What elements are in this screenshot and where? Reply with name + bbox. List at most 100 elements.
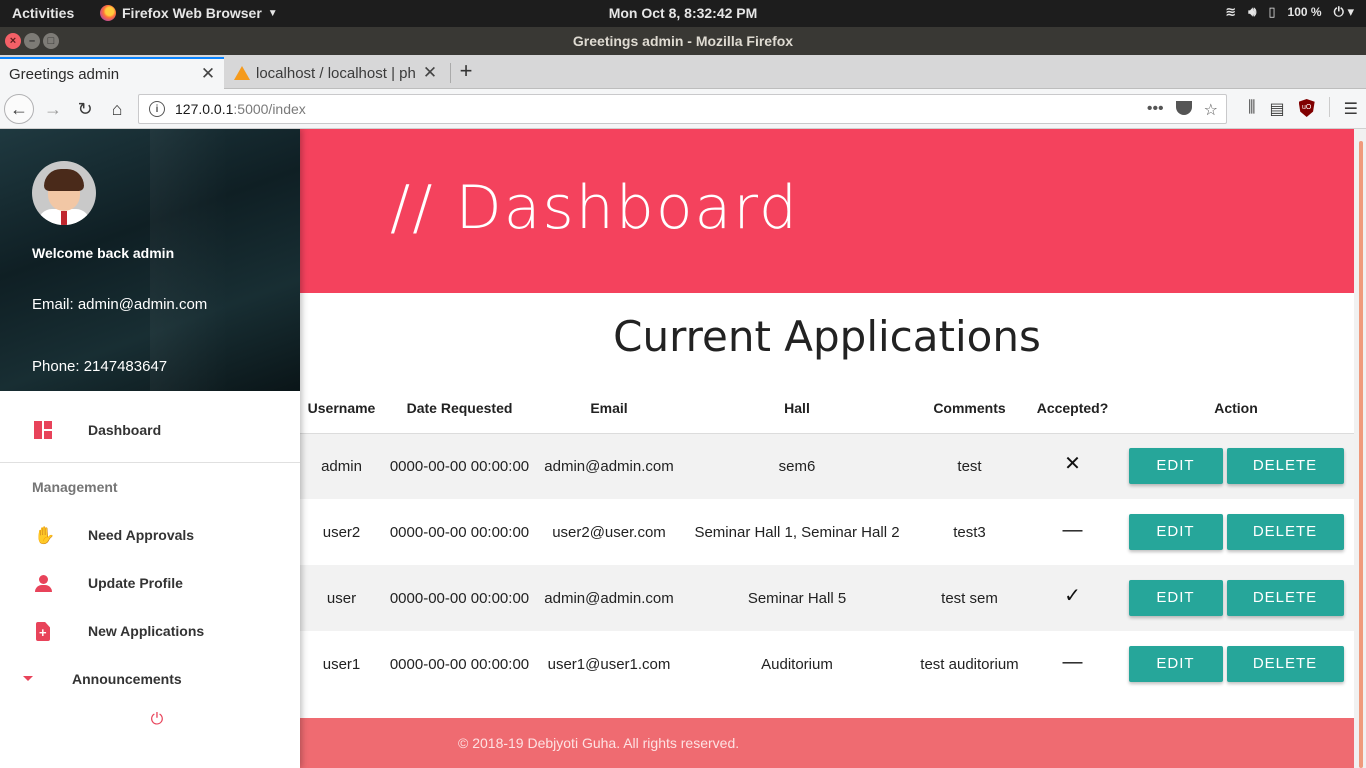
system-tray[interactable]: ≋ 🔊︎ ▯ 100 % ⏻ ▾ — [1225, 4, 1354, 20]
info-icon[interactable]: i — [149, 101, 165, 117]
sidebar-toggle-icon[interactable]: ▤ — [1270, 99, 1285, 119]
caret-down-icon — [23, 676, 33, 681]
welcome-text: Welcome back admin — [32, 245, 175, 261]
url-host: 127.0.0.1 — [175, 101, 234, 117]
library-icon[interactable]: ⫼ — [1248, 99, 1255, 119]
cell-date: 0000-00-00 00:00:00 — [383, 433, 536, 499]
cell-date: 0000-00-00 00:00:00 — [383, 565, 536, 631]
rejected-x-icon: ✕ — [1064, 452, 1081, 475]
table-row: user 0000-00-00 00:00:00 admin@admin.com… — [300, 565, 1354, 631]
sidebar-item-label: Announcements — [72, 671, 182, 687]
phpmyadmin-icon — [234, 66, 250, 80]
edit-button[interactable]: EDIT — [1128, 448, 1223, 485]
column-header: Hall — [682, 384, 912, 434]
column-header: Email — [536, 384, 682, 434]
cell-hall: Seminar Hall 1, Seminar Hall 2 — [682, 499, 912, 565]
app-menu[interactable]: Firefox Web Browser ▼ — [100, 5, 278, 21]
url-bar[interactable]: i 127.0.0.1:5000/index ••• ☆ — [138, 94, 1227, 124]
reload-button[interactable]: ↻ — [70, 94, 100, 124]
cell-accepted: — — [1027, 631, 1118, 697]
column-header: Action — [1118, 384, 1354, 434]
cell-accepted: ✕ — [1027, 433, 1118, 499]
cell-hall: sem6 — [682, 433, 912, 499]
delete-button[interactable]: DELETE — [1226, 448, 1344, 485]
accepted-check-icon: ✓ — [1064, 584, 1081, 607]
cell-username: admin — [300, 433, 383, 499]
sidebar-item-label: Dashboard — [88, 422, 162, 438]
dashboard-icon — [34, 421, 54, 441]
sidebar-item-announcements[interactable]: Announcements — [0, 659, 300, 699]
dashboard-banner: // Dashboard — [300, 129, 1354, 293]
sidebar-item-dashboard[interactable]: Dashboard — [0, 410, 300, 450]
sidebar: Welcome back admin Email: admin@admin.co… — [0, 129, 300, 768]
close-icon[interactable]: ✕ — [198, 64, 218, 84]
footer-copyright: © 2018-19 Debjyoti Guha. All rights rese… — [458, 735, 740, 751]
avatar — [32, 161, 96, 225]
table-row: user2 0000-00-00 00:00:00 user2@user.com… — [300, 499, 1354, 565]
column-header: Username — [300, 384, 383, 434]
delete-button[interactable]: DELETE — [1226, 580, 1344, 616]
cell-hall: Seminar Hall 5 — [682, 565, 912, 631]
sidebar-item-need-approvals[interactable]: ✋ Need Approvals — [0, 515, 300, 555]
tab-title: Greetings admin — [9, 65, 120, 83]
sidebar-item-update-profile[interactable]: Update Profile — [0, 563, 300, 603]
sidebar-item-label: New Applications — [88, 623, 205, 639]
tab-separator — [450, 63, 451, 83]
ublock-icon[interactable]: uO — [1298, 99, 1315, 117]
cell-username: user2 — [300, 499, 383, 565]
back-button[interactable]: ← — [4, 94, 34, 124]
cell-email: user1@user1.com — [536, 631, 682, 697]
sidebar-divider — [0, 462, 300, 463]
cell-actions: EDIT DELETE — [1118, 631, 1354, 697]
applications-title: Current Applications — [613, 312, 1041, 361]
window-title: Greetings admin - Mozilla Firefox — [572, 33, 794, 49]
forward-button[interactable]: → — [38, 94, 68, 124]
cell-comments: test auditorium — [912, 631, 1027, 697]
cell-date: 0000-00-00 00:00:00 — [383, 499, 536, 565]
activities-button[interactable]: Activities — [12, 5, 74, 21]
edit-button[interactable]: EDIT — [1128, 514, 1223, 550]
pocket-icon[interactable] — [1175, 101, 1192, 115]
cell-email: admin@admin.com — [536, 433, 682, 499]
sidebar-item-label: Need Approvals — [88, 527, 195, 543]
tab-phpmyadmin[interactable]: localhost / localhost | ph ✕ — [226, 57, 446, 89]
logout-power-icon[interactable]: ⏻ — [147, 710, 167, 730]
pending-dash-icon: — — [1062, 518, 1083, 541]
pending-dash-icon: — — [1062, 650, 1083, 673]
cell-accepted: — — [1027, 499, 1118, 565]
page-actions-icon[interactable]: ••• — [1147, 100, 1164, 120]
bookmark-star-icon[interactable]: ☆ — [1204, 100, 1218, 120]
column-header: Comments — [912, 384, 1027, 434]
cell-comments: test — [912, 433, 1027, 499]
cell-comments: test3 — [912, 499, 1027, 565]
column-header: Accepted? — [1027, 384, 1118, 434]
column-header: Date Requested — [383, 384, 536, 434]
scrollbar-thumb[interactable] — [1359, 141, 1363, 768]
note-add-icon — [34, 622, 54, 642]
wifi-icon: ≋ — [1225, 4, 1237, 19]
edit-button[interactable]: EDIT — [1128, 646, 1223, 682]
chevron-down-icon: ▼ — [267, 7, 278, 19]
close-icon[interactable]: ✕ — [420, 63, 440, 83]
table-header-row: Username Date Requested Email Hall Comme… — [300, 384, 1354, 434]
new-tab-button[interactable]: + — [455, 59, 477, 85]
profile-phone: Phone: 2147483647 — [32, 358, 168, 375]
cell-actions: EDIT DELETE — [1118, 499, 1354, 565]
home-button[interactable]: ⌂ — [102, 94, 132, 124]
cell-hall: Auditorium — [682, 631, 912, 697]
page-scrollbar[interactable] — [1354, 129, 1366, 768]
cell-accepted: ✓ — [1027, 565, 1118, 631]
cell-username: user — [300, 565, 383, 631]
cell-date: 0000-00-00 00:00:00 — [383, 631, 536, 697]
delete-button[interactable]: DELETE — [1226, 514, 1344, 550]
hamburger-menu-icon[interactable]: ☰ — [1344, 99, 1358, 119]
system-top-bar: Activities Firefox Web Browser ▼ Mon Oct… — [0, 0, 1366, 27]
sidebar-item-new-applications[interactable]: New Applications — [0, 611, 300, 651]
page-content: Welcome back admin Email: admin@admin.co… — [0, 129, 1366, 768]
table-row: user1 0000-00-00 00:00:00 user1@user1.co… — [300, 631, 1354, 697]
edit-button[interactable]: EDIT — [1128, 580, 1223, 616]
app-menu-label: Firefox Web Browser — [122, 5, 262, 21]
tab-greetings-admin[interactable]: Greetings admin ✕ — [0, 57, 224, 89]
window-title-bar: × – □ Greetings admin - Mozilla Firefox — [0, 27, 1366, 55]
delete-button[interactable]: DELETE — [1226, 646, 1344, 682]
